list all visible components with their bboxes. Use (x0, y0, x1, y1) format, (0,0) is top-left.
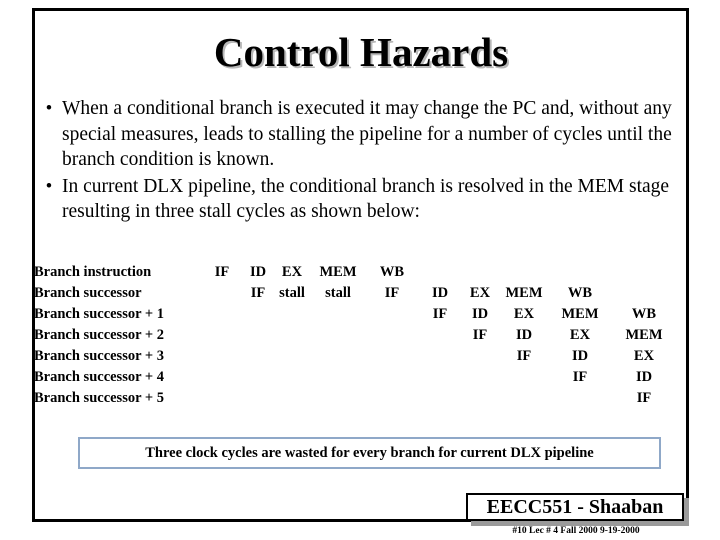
pipeline-stage-cell: IF (384, 285, 400, 301)
pipeline-stage-cell: ID (571, 348, 589, 364)
pipeline-row: Branch successor + 5 IF (33, 388, 693, 409)
callout-box: Three clock cycles are wasted for every … (78, 437, 661, 469)
pipeline-row: Branch successor + 2 IF ID EX MEM (33, 325, 693, 346)
pipeline-stage-cell: MEM (505, 285, 543, 301)
pipeline-stage-cell: ID (431, 285, 449, 301)
pipeline-row: Branch instruction IF ID EX MEM WB (33, 262, 693, 283)
pipeline-stage-cell: EX (281, 264, 303, 280)
callout-text: Three clock cycles are wasted for every … (145, 444, 594, 461)
pipeline-stage-cell: stall (325, 285, 351, 301)
course-label: EECC551 - Shaaban (486, 495, 664, 518)
bullet-text: In current DLX pipeline, the conditional… (62, 175, 670, 223)
pipeline-stage-cell: WB (567, 285, 593, 301)
pipeline-stage-cell: MEM (625, 327, 663, 343)
pipeline-diagram: Branch instruction IF ID EX MEM WB Branch succ… (33, 262, 693, 418)
footer-box: EECC551 - Shaaban (466, 493, 684, 521)
pipeline-stage-cell: EX (569, 327, 591, 343)
list-item: • When a conditional branch is executed … (36, 96, 684, 173)
pipeline-stage-cell: WB (631, 306, 657, 322)
pipeline-stage-cell: ID (515, 327, 533, 343)
pipeline-row-label: Branch instruction (34, 264, 152, 280)
pipeline-row-label: Branch successor + 4 (34, 369, 165, 385)
pipeline-stage-cell: ID (471, 306, 489, 322)
pipeline-stage-cell: ID (635, 369, 653, 385)
bullet-text: When a conditional branch is executed it… (62, 98, 672, 170)
bullet-dot-icon: • (45, 175, 53, 197)
pipeline-row-label: Branch successor + 2 (34, 327, 165, 343)
pipeline-stage-cell: IF (432, 306, 448, 322)
pipeline-stage-cell: IF (214, 264, 230, 280)
bullet-list: • When a conditional branch is executed … (36, 96, 684, 226)
pipeline-stage-cell: EX (633, 348, 655, 364)
pipeline-row-label: Branch successor + 3 (34, 348, 165, 364)
lecture-meta: #10 Lec # 4 Fall 2000 9-19-2000 (512, 526, 640, 536)
list-item: • In current DLX pipeline, the condition… (36, 174, 684, 225)
pipeline-row: Branch successor + 1 IF ID EX MEM WB (33, 304, 693, 325)
pipeline-stage-cell: IF (636, 390, 652, 406)
pipeline-stage-cell: IF (472, 327, 488, 343)
pipeline-row-label: Branch successor (34, 285, 142, 301)
bullet-dot-icon: • (45, 98, 53, 119)
pipeline-row-label: Branch successor + 5 (34, 390, 165, 406)
pipeline-row: Branch successor + 3 IF ID EX (33, 346, 693, 367)
pipeline-row: Branch successor IF stall stall IF ID EX MEM WB (33, 283, 693, 304)
pipeline-stage-cell: EX (513, 306, 535, 322)
pipeline-stage-cell: EX (469, 285, 491, 301)
pipeline-row-label: Branch successor + 1 (34, 306, 165, 322)
pipeline-stage-cell: stall (279, 285, 305, 301)
pipeline-stage-cell: IF (516, 348, 532, 364)
pipeline-stage-cell: MEM (319, 264, 357, 280)
pipeline-stage-cell: WB (379, 264, 405, 280)
pipeline-row: Branch successor + 4 IF ID (33, 367, 693, 388)
pipeline-stage-cell: MEM (561, 306, 599, 322)
page-title: Control Hazards (213, 29, 509, 75)
pipeline-stage-cell: IF (572, 369, 588, 385)
